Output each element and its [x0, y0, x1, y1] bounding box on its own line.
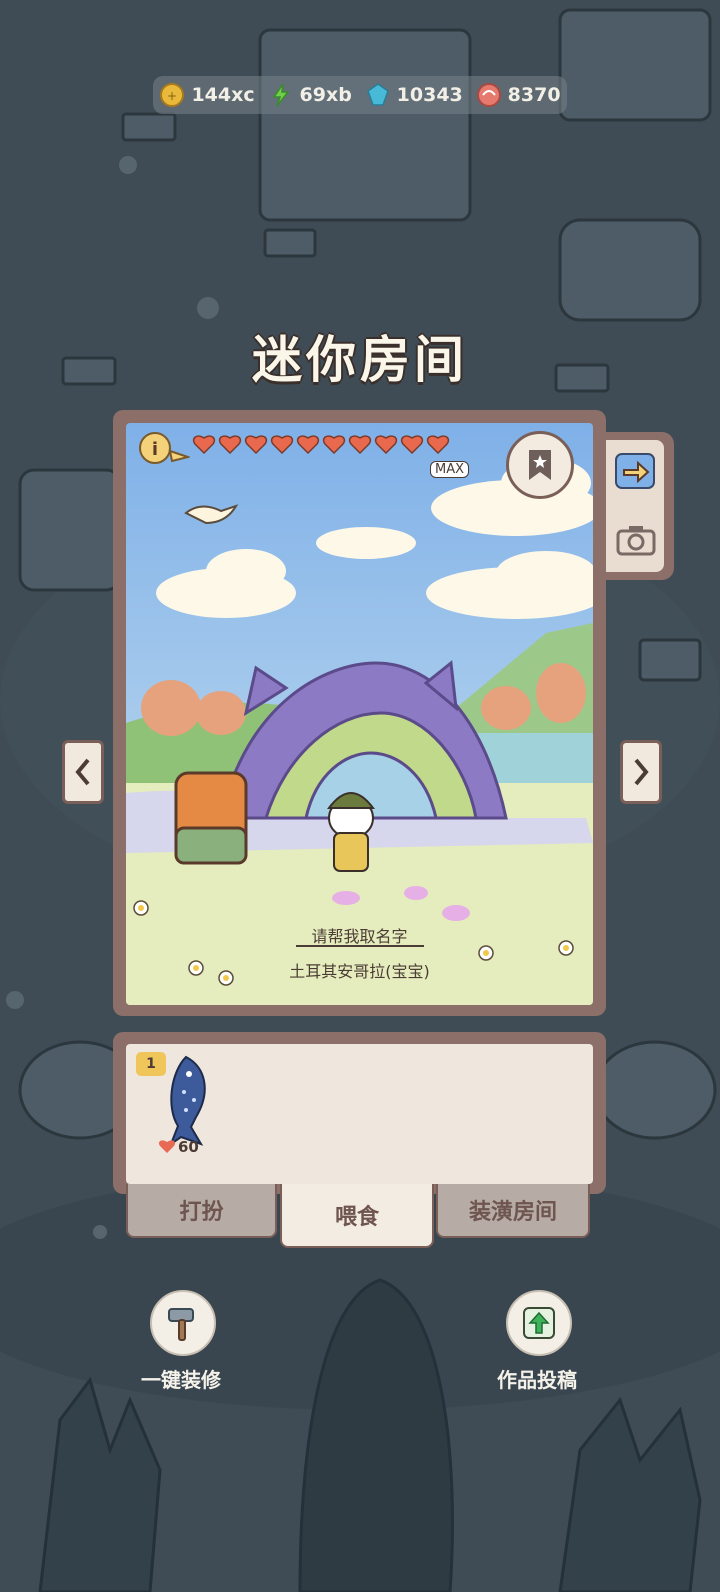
currency-shell[interactable]: 8370	[476, 82, 561, 108]
currency-gem[interactable]: 10343	[365, 82, 463, 108]
camera-icon[interactable]	[616, 524, 656, 556]
heart-icon	[296, 435, 320, 455]
food-item-value: 60	[178, 1138, 199, 1156]
gem-icon	[366, 83, 389, 106]
tab-feed[interactable]: 喂食	[280, 1184, 434, 1248]
tab-decorate-room[interactable]: 装潢房间	[436, 1184, 590, 1238]
prev-room-button[interactable]	[62, 740, 104, 804]
coin-value: 144xc	[191, 84, 255, 106]
bookmark-button[interactable]	[506, 431, 574, 499]
next-room-button[interactable]	[620, 740, 662, 804]
renovate-label[interactable]: 一键装修	[111, 1364, 251, 1393]
coin-icon: +	[160, 83, 185, 107]
upload-icon	[523, 1307, 555, 1339]
bookmark-icon	[529, 450, 551, 480]
lightning-icon	[272, 83, 290, 107]
currency-coin[interactable]: + 144xc	[159, 82, 255, 108]
share-arrow-icon[interactable]	[614, 450, 658, 494]
fish-icon	[168, 1055, 206, 1147]
heart-icon	[400, 435, 424, 455]
food-item[interactable]: 1 60	[136, 1052, 216, 1162]
currency-energy[interactable]: 69xb	[268, 82, 352, 108]
submit-work-button[interactable]	[506, 1290, 572, 1356]
heart-icon	[158, 1140, 176, 1153]
feed-panel: 1 60	[126, 1044, 593, 1184]
svg-text:+: +	[167, 89, 177, 103]
heart-icon	[192, 435, 216, 455]
heart-icon	[244, 435, 268, 455]
name-divider	[296, 945, 424, 947]
renovate-button[interactable]	[150, 1290, 216, 1356]
page-title: 迷你房间	[252, 331, 468, 389]
shell-icon	[476, 83, 501, 107]
heart-icon	[426, 435, 450, 455]
chevron-left-icon	[75, 758, 90, 786]
room-view: i MAX 请帮我取名字 土耳其安哥拉(宝宝)	[126, 423, 593, 1005]
currency-bar: + 144xc 69xb 10343 8370	[153, 76, 567, 114]
max-label: MAX	[430, 461, 470, 478]
heart-icon	[322, 435, 346, 455]
pet-name: 土耳其安哥拉(宝宝)	[289, 962, 430, 981]
side-panel-inner	[606, 440, 664, 572]
gem-value: 10343	[396, 84, 463, 106]
heart-icon	[348, 435, 372, 455]
svg-text:i: i	[152, 439, 158, 460]
info-icon[interactable]: i	[138, 431, 190, 465]
chevron-right-icon	[634, 758, 649, 786]
heart-icon	[218, 435, 242, 455]
affection-hearts	[192, 433, 450, 455]
heart-icon	[374, 435, 398, 455]
tab-dress-up[interactable]: 打扮	[126, 1184, 277, 1238]
energy-value: 69xb	[299, 84, 352, 106]
name-prompt[interactable]: 请帮我取名字	[126, 923, 593, 947]
heart-icon	[270, 435, 294, 455]
shell-value: 8370	[507, 84, 561, 106]
submit-work-label[interactable]: 作品投稿	[467, 1364, 607, 1393]
room-scene	[126, 423, 593, 1005]
hammer-icon	[168, 1308, 194, 1341]
